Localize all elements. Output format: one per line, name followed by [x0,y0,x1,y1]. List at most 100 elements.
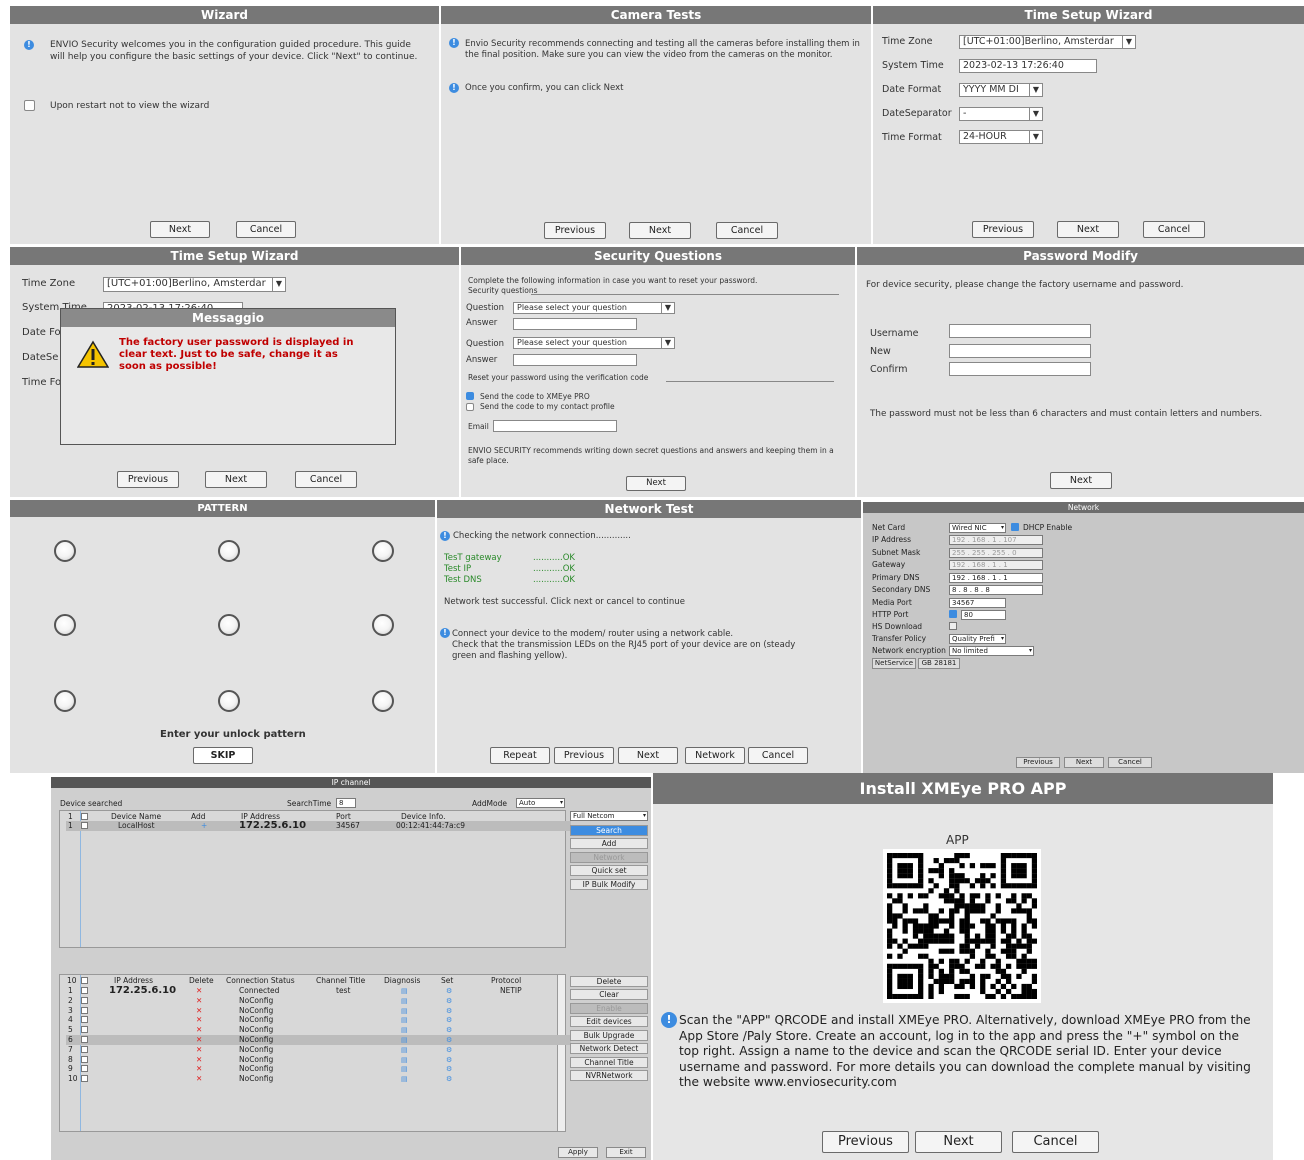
cancel-button[interactable]: Cancel [1108,757,1152,768]
settings-icon[interactable]: ⚙ [446,1074,452,1084]
next-button[interactable]: Next [1050,472,1112,489]
table-row[interactable]: 2 ✕ NoConfig ▤ ⚙ [66,996,571,1006]
table-row[interactable]: 6 ✕ NoConfig ▤ ⚙ [66,1035,571,1045]
add-icon[interactable]: + [201,821,207,831]
delete-icon[interactable]: ✕ [196,986,202,996]
row-checkbox[interactable] [81,987,88,994]
delete-icon[interactable]: ✕ [196,1045,202,1055]
network-button[interactable]: Network [570,852,648,863]
repeat-button[interactable]: Repeat [490,747,550,764]
row-checkbox[interactable] [81,1026,88,1034]
table-row[interactable]: 1 172.25.6.10 ✕ Connected test ▤ ⚙ NETIP [66,986,571,996]
settings-icon[interactable]: ⚙ [446,1006,452,1016]
previous-button[interactable]: Previous [972,221,1034,238]
apply-button[interactable]: Apply [558,1147,598,1158]
ip-bulk-modify-button[interactable]: IP Bulk Modify [570,879,648,890]
next-button[interactable]: Next [626,476,686,491]
question-1-select[interactable]: Please select your question ▼ [513,302,675,314]
settings-icon[interactable]: ⚙ [446,986,452,996]
next-button[interactable]: Next [1064,757,1104,768]
answer-2-input[interactable] [513,354,637,366]
http-checkbox[interactable] [949,610,957,618]
table-row[interactable]: 7 ✕ NoConfig ▤ ⚙ [66,1045,571,1055]
time-zone-select[interactable]: [UTC+01:00]Berlino, Amsterdar ▼ [103,277,286,292]
no-wizard-checkbox[interactable] [24,100,35,111]
pattern-dot[interactable] [54,540,76,562]
new-password-input[interactable] [949,344,1091,358]
email-input[interactable] [493,420,617,432]
diagnosis-icon[interactable]: ▤ [401,1015,408,1025]
transfer-policy-select[interactable]: Quality Prefi ▾ [949,634,1006,644]
next-button[interactable]: Next [915,1131,1002,1153]
diagnosis-icon[interactable]: ▤ [401,1025,408,1035]
nvr-network-button[interactable]: NVRNetwork [570,1070,648,1081]
cancel-button[interactable]: Cancel [236,221,296,238]
cancel-button[interactable]: Cancel [1012,1131,1099,1153]
edit-devices-button[interactable]: Edit devices [570,1016,648,1027]
encryption-select[interactable]: No limited ▾ [949,646,1034,656]
http-port-field[interactable]: 80 [961,610,1006,620]
table-row[interactable]: 10 ✕ NoConfig ▤ ⚙ [66,1074,571,1084]
subnet-field[interactable]: 255 . 255 . 255 . 0 [949,548,1043,558]
delete-icon[interactable]: ✕ [196,1006,202,1016]
previous-button[interactable]: Previous [822,1131,909,1153]
delete-icon[interactable]: ✕ [196,1025,202,1035]
bulk-upgrade-button[interactable]: Bulk Upgrade [570,1030,648,1041]
row-checkbox[interactable] [81,1055,88,1063]
cancel-button[interactable]: Cancel [1143,221,1205,238]
settings-icon[interactable]: ⚙ [446,1035,452,1045]
table-row[interactable]: 9 ✕ NoConfig ▤ ⚙ [66,1064,571,1074]
diagnosis-icon[interactable]: ▤ [401,1006,408,1016]
row-checkbox[interactable] [81,1006,88,1014]
delete-icon[interactable]: ✕ [196,996,202,1006]
previous-button[interactable]: Previous [544,222,606,239]
pattern-dot[interactable] [372,614,394,636]
system-time-field[interactable]: 2023-02-13 17:26:40 [959,59,1097,73]
ip-field[interactable]: 192 . 168 . 1 . 107 [949,535,1043,545]
pattern-dot[interactable] [372,540,394,562]
gateway-field[interactable]: 192 . 168 . 1 . 1 [949,560,1043,570]
table-row[interactable]: 1 LocalHost + 172.25.6.10 34567 00:12:41… [66,821,571,831]
search-time-field[interactable]: 8 [336,798,356,808]
select-all-checkbox[interactable] [81,813,88,820]
username-input[interactable] [949,324,1091,338]
pattern-dot[interactable] [372,690,394,712]
dhcp-checkbox[interactable] [1011,523,1019,531]
row-checkbox[interactable] [81,822,88,829]
clear-button[interactable]: Clear [570,989,648,1000]
row-checkbox[interactable] [81,1075,88,1083]
date-separator-select[interactable]: - ▼ [959,107,1043,121]
network-detect-button[interactable]: Network Detect [570,1043,648,1054]
diagnosis-icon[interactable]: ▤ [401,1064,408,1074]
question-2-select[interactable]: Please select your question ▼ [513,337,675,349]
diagnosis-icon[interactable]: ▤ [401,1055,408,1065]
delete-icon[interactable]: ✕ [196,1074,202,1084]
pattern-dot[interactable] [218,614,240,636]
settings-icon[interactable]: ⚙ [446,1055,452,1065]
settings-icon[interactable]: ⚙ [446,1064,452,1074]
pattern-dot[interactable] [54,614,76,636]
next-button[interactable]: Next [618,747,678,764]
secondary-dns-field[interactable]: 8 . 8 . 8 . 8 [949,585,1043,595]
network-button[interactable]: Network [685,747,745,764]
diagnosis-icon[interactable]: ▤ [401,1045,408,1055]
time-format-select[interactable]: 24-HOUR ▼ [959,130,1043,144]
diagnosis-icon[interactable]: ▤ [401,996,408,1006]
primary-dns-field[interactable]: 192 . 168 . 1 . 1 [949,573,1043,583]
pattern-dot[interactable] [54,690,76,712]
previous-button[interactable]: Previous [117,471,179,488]
delete-button[interactable]: Delete [570,976,648,987]
answer-1-input[interactable] [513,318,637,330]
delete-icon[interactable]: ✕ [196,1055,202,1065]
media-port-field[interactable]: 34567 [949,598,1006,608]
cancel-button[interactable]: Cancel [716,222,778,239]
row-checkbox[interactable] [81,1016,88,1024]
previous-button[interactable]: Previous [554,747,614,764]
netservice-button[interactable]: NetService [872,658,916,669]
hs-download-checkbox[interactable] [949,622,957,630]
search-button[interactable]: Search [570,825,648,836]
table-row[interactable]: 4 ✕ NoConfig ▤ ⚙ [66,1015,571,1025]
settings-icon[interactable]: ⚙ [446,996,452,1006]
next-button[interactable]: Next [205,471,267,488]
diagnosis-icon[interactable]: ▤ [401,986,408,996]
